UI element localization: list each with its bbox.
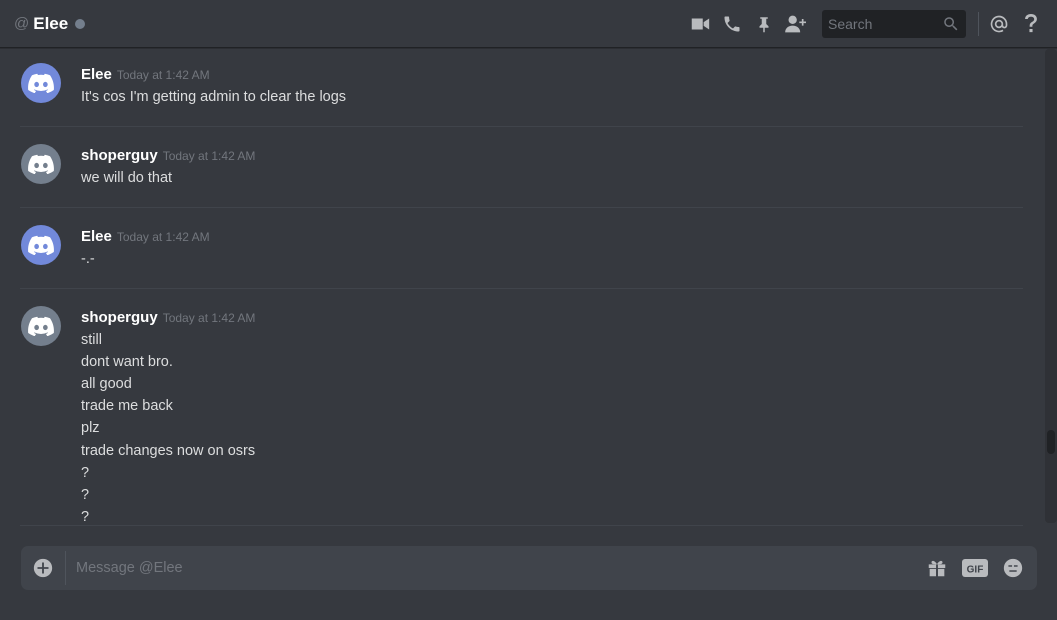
message-timestamp: Today at 1:42 AM <box>116 68 210 82</box>
message-text: plz <box>81 420 100 436</box>
message-timestamp: Today at 1:42 AM <box>162 311 256 325</box>
search-box[interactable] <box>822 10 966 38</box>
message-timestamp: Today at 1:42 AM <box>162 149 256 163</box>
message-list: Elee Today at 1:42 AM It's cos I'm gettin… <box>0 49 1040 526</box>
message-text: It's cos I'm getting admin to clear the … <box>81 89 347 105</box>
header-toolbar <box>680 0 1057 48</box>
gift-icon[interactable] <box>923 554 951 582</box>
add-attachment-icon[interactable] <box>21 546 65 590</box>
message-text: trade me back <box>81 398 173 414</box>
message-text: trade changes now on osrs <box>81 443 256 459</box>
pin-icon[interactable] <box>752 12 776 36</box>
avatar[interactable] <box>21 144 61 184</box>
message-divider <box>20 126 1023 127</box>
message-divider <box>20 288 1023 289</box>
message-text: still <box>81 332 102 348</box>
mention-icon[interactable] <box>987 12 1011 36</box>
message-divider <box>20 207 1023 208</box>
message-text: -.- <box>81 251 95 267</box>
avatar[interactable] <box>21 306 61 346</box>
search-input[interactable] <box>822 16 932 32</box>
avatar[interactable] <box>21 63 61 103</box>
emoji-icon[interactable] <box>999 554 1027 582</box>
toolbar-divider <box>978 12 979 36</box>
add-friend-icon[interactable] <box>784 12 808 36</box>
channel-header: @ Elee <box>0 0 1057 48</box>
message-author[interactable]: shoperguy Today at 1:42 AM <box>81 309 255 326</box>
gif-label: GIF <box>967 565 984 576</box>
message-author[interactable]: shoperguy Today at 1:42 AM <box>81 147 255 164</box>
message-author[interactable]: Elee Today at 1:42 AM <box>81 66 210 83</box>
message-composer: GIF <box>21 546 1037 590</box>
message-text: ? <box>81 465 90 481</box>
message-text: ? <box>81 487 90 503</box>
gif-icon[interactable]: GIF <box>959 554 991 582</box>
message-input[interactable] <box>66 546 923 590</box>
message-text: we will do that <box>81 170 173 186</box>
at-symbol-icon: @ <box>14 15 30 32</box>
message-author[interactable]: Elee Today at 1:42 AM <box>81 228 210 245</box>
scrollbar-thumb[interactable] <box>1047 430 1055 454</box>
avatar[interactable] <box>21 225 61 265</box>
message-timestamp: Today at 1:42 AM <box>116 230 210 244</box>
help-icon[interactable] <box>1019 12 1043 36</box>
message-divider <box>20 525 1023 526</box>
message-text: dont want bro. <box>81 354 173 370</box>
search-icon <box>942 15 960 38</box>
channel-title: Elee <box>33 13 69 33</box>
message-text: ? <box>81 509 90 525</box>
message-text: all good <box>81 376 132 392</box>
video-call-icon[interactable] <box>688 12 712 36</box>
status-indicator <box>75 18 86 29</box>
voice-call-icon[interactable] <box>720 12 744 36</box>
